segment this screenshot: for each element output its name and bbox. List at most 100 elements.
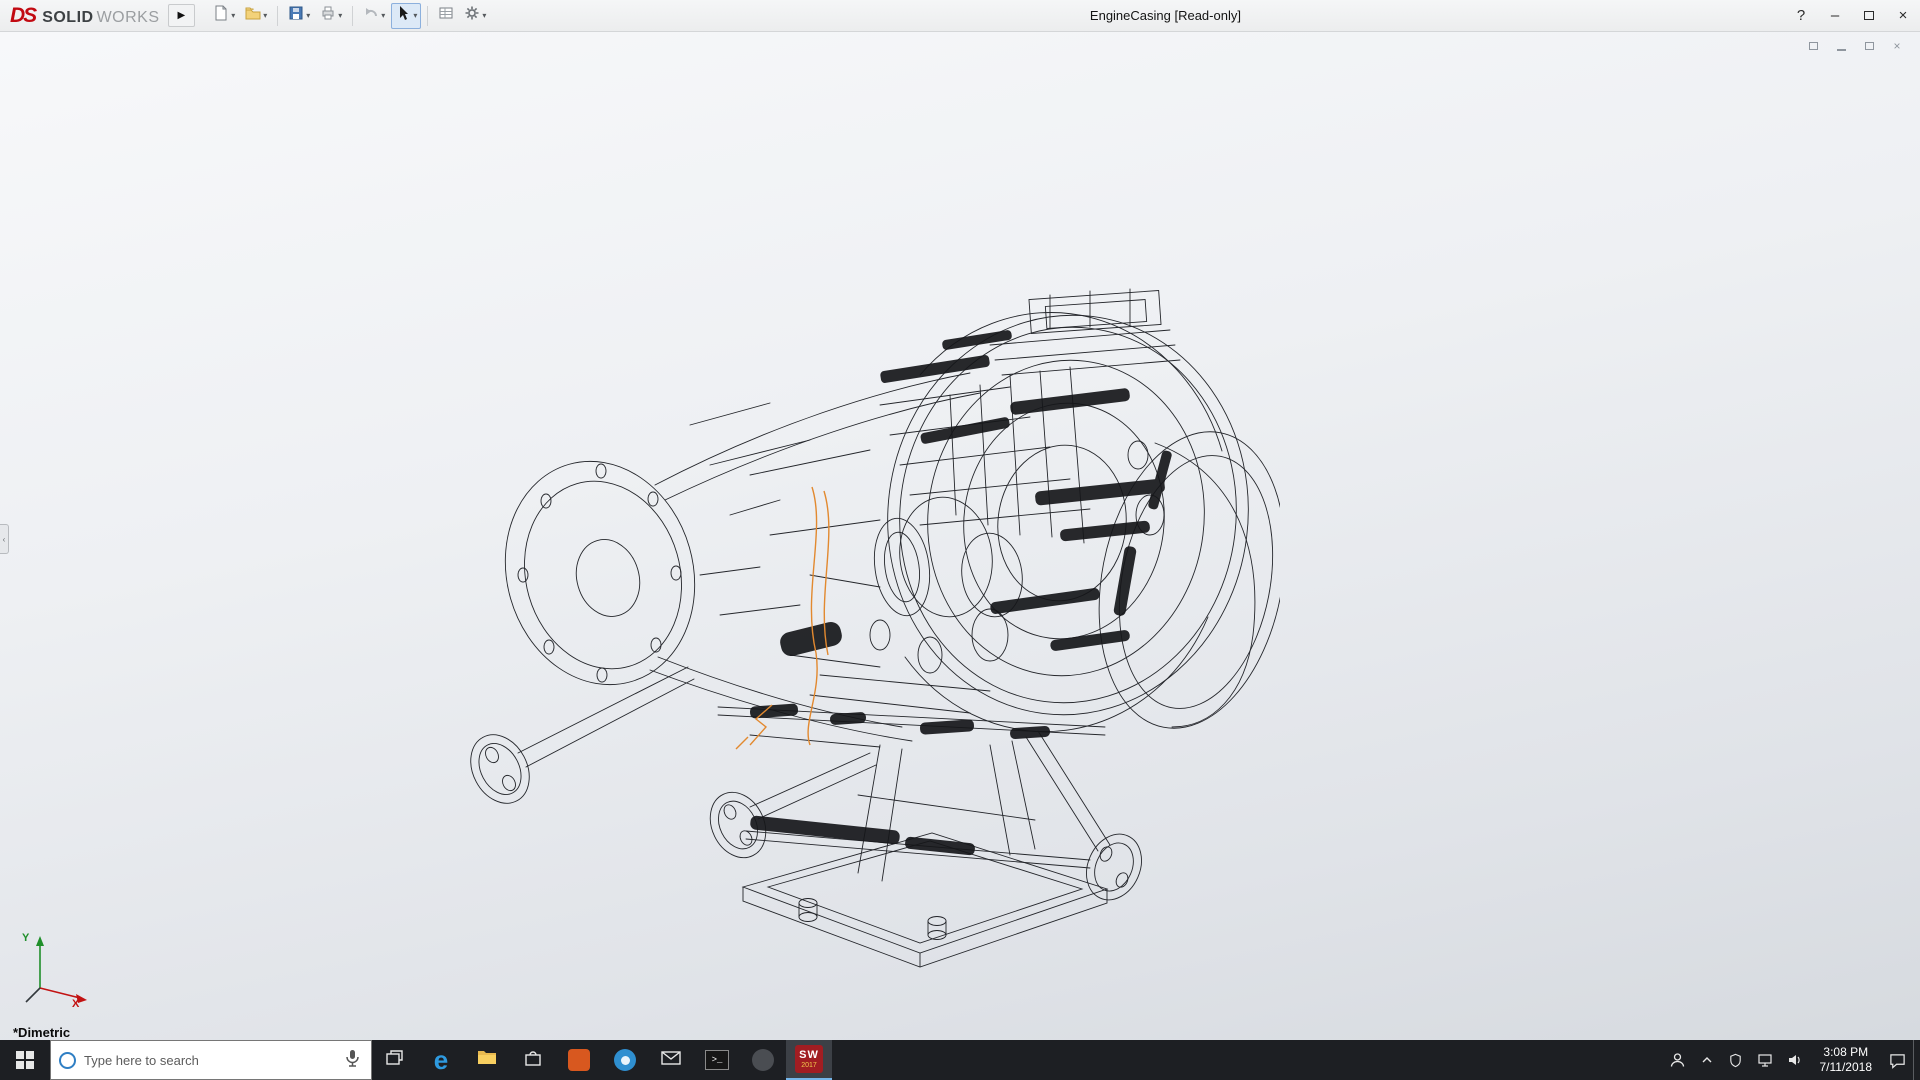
notification-icon	[1889, 1052, 1906, 1069]
help-button[interactable]: ?	[1784, 0, 1818, 31]
new-document-icon	[213, 5, 229, 26]
speaker-icon	[1787, 1052, 1803, 1068]
windows-logo-icon	[16, 1051, 34, 1069]
triad-x-label: X	[72, 998, 79, 1010]
network-tray-button[interactable]	[1750, 1040, 1780, 1080]
maximize-button[interactable]	[1852, 0, 1886, 31]
app-dark-icon	[752, 1049, 774, 1071]
sheet-format-button[interactable]	[434, 3, 458, 29]
app-blue-icon	[614, 1049, 636, 1071]
start-button[interactable]	[0, 1040, 50, 1080]
person-icon	[1669, 1052, 1686, 1069]
open-dropdown[interactable]: ▾	[263, 11, 267, 20]
ds-logo-icon: DS	[10, 4, 35, 28]
sheet-format-icon	[438, 5, 454, 26]
taskbar: e >_ SW 2017	[0, 1040, 1920, 1080]
triad-y-label: Y	[22, 932, 29, 944]
shield-icon	[1728, 1053, 1743, 1068]
solidworks-icon-text: SW	[799, 1050, 819, 1061]
options-button[interactable]: ▾	[460, 3, 490, 29]
open-icon	[245, 5, 261, 26]
toolbar-separator	[277, 6, 278, 26]
tray-overflow-button[interactable]	[1693, 1040, 1721, 1080]
print-icon	[320, 5, 336, 26]
menu-flyout-arrow[interactable]: ▶	[168, 4, 196, 27]
new-document-dropdown[interactable]: ▾	[231, 11, 235, 20]
wireframe-dense-regions	[750, 330, 1173, 856]
terminal-icon: >_	[705, 1050, 729, 1070]
print-dropdown[interactable]: ▾	[338, 11, 342, 20]
people-button[interactable]	[1662, 1040, 1693, 1080]
doc-window-menu-button[interactable]	[1804, 38, 1822, 54]
toolbar-separator	[352, 6, 353, 26]
action-center-button[interactable]	[1882, 1040, 1913, 1080]
select-arrow-icon	[395, 5, 411, 26]
window-controls: ? – ×	[1784, 0, 1920, 31]
mail-button[interactable]	[648, 1040, 694, 1080]
clock-date: 7/11/2018	[1820, 1060, 1873, 1075]
options-dropdown[interactable]: ▾	[482, 11, 486, 20]
app-blue-button[interactable]	[602, 1040, 648, 1080]
graphics-viewport[interactable]: × ‹	[0, 32, 1920, 1040]
maximize-icon	[1864, 11, 1874, 20]
app-orange-button[interactable]	[556, 1040, 602, 1080]
solidworks-icon: SW 2017	[795, 1045, 823, 1073]
edge-button[interactable]: e	[418, 1040, 464, 1080]
undo-button[interactable]: ▾	[359, 3, 389, 29]
select-tool-dropdown[interactable]: ▾	[413, 11, 417, 20]
solidworks-taskbar-button[interactable]: SW 2017	[786, 1040, 832, 1080]
taskbar-search[interactable]	[50, 1040, 372, 1080]
store-button[interactable]	[510, 1040, 556, 1080]
document-window-controls: ×	[1804, 38, 1906, 54]
edge-icon: e	[434, 1047, 448, 1073]
volume-tray-button[interactable]	[1780, 1040, 1810, 1080]
doc-minimize-button[interactable]	[1832, 38, 1850, 54]
system-tray: 3:08 PM 7/11/2018	[1662, 1040, 1920, 1080]
logo-text-solid: SOLID	[42, 9, 93, 27]
document-title: EngineCasing [Read-only]	[1090, 8, 1241, 23]
store-icon	[523, 1048, 543, 1073]
terminal-button[interactable]: >_	[694, 1040, 740, 1080]
task-view-button[interactable]	[372, 1040, 418, 1080]
wireframe-model	[450, 275, 1280, 975]
doc-restore-button[interactable]	[1860, 38, 1878, 54]
taskbar-clock[interactable]: 3:08 PM 7/11/2018	[1810, 1040, 1883, 1080]
app-orange-icon	[568, 1049, 590, 1071]
clock-time: 3:08 PM	[1823, 1045, 1868, 1060]
doc-close-button[interactable]: ×	[1888, 38, 1906, 54]
cortana-icon	[59, 1052, 76, 1069]
file-explorer-button[interactable]	[464, 1040, 510, 1080]
new-document-button[interactable]: ▾	[209, 3, 239, 29]
save-icon	[288, 5, 304, 26]
solidworks-logo: DS SOLID WORKS	[0, 4, 168, 28]
security-tray-button[interactable]	[1721, 1040, 1750, 1080]
save-button[interactable]: ▾	[284, 3, 314, 29]
quick-access-toolbar: ▾ ▾ ▾ ▾ ▾	[209, 3, 490, 29]
solidworks-icon-year: 2017	[801, 1062, 817, 1069]
network-icon	[1757, 1052, 1773, 1068]
app-dark-button[interactable]	[740, 1040, 786, 1080]
window-menu-icon	[1809, 42, 1818, 50]
close-button[interactable]: ×	[1886, 0, 1920, 31]
search-input[interactable]	[84, 1053, 333, 1068]
print-button[interactable]: ▾	[316, 3, 346, 29]
feature-manager-collapse-tab[interactable]: ‹	[0, 524, 9, 554]
show-desktop-button[interactable]	[1913, 1040, 1920, 1080]
mail-icon	[660, 1047, 682, 1074]
task-view-icon	[385, 1048, 405, 1073]
doc-minimize-icon	[1837, 49, 1846, 51]
toolbar-separator	[427, 6, 428, 26]
undo-dropdown[interactable]: ▾	[381, 11, 385, 20]
minimize-button[interactable]: –	[1818, 0, 1852, 31]
open-button[interactable]: ▾	[241, 3, 271, 29]
select-tool-button[interactable]: ▾	[391, 3, 421, 29]
microphone-icon[interactable]	[341, 1047, 363, 1074]
save-dropdown[interactable]: ▾	[306, 11, 310, 20]
gear-icon	[464, 5, 480, 26]
file-explorer-icon	[476, 1047, 498, 1074]
chevron-up-icon	[1700, 1053, 1714, 1067]
undo-icon	[363, 5, 379, 26]
titlebar: DS SOLID WORKS ▶ ▾ ▾ ▾ ▾	[0, 0, 1920, 32]
view-orientation-label: *Dimetric	[13, 1025, 70, 1040]
logo-text-works: WORKS	[97, 9, 160, 27]
